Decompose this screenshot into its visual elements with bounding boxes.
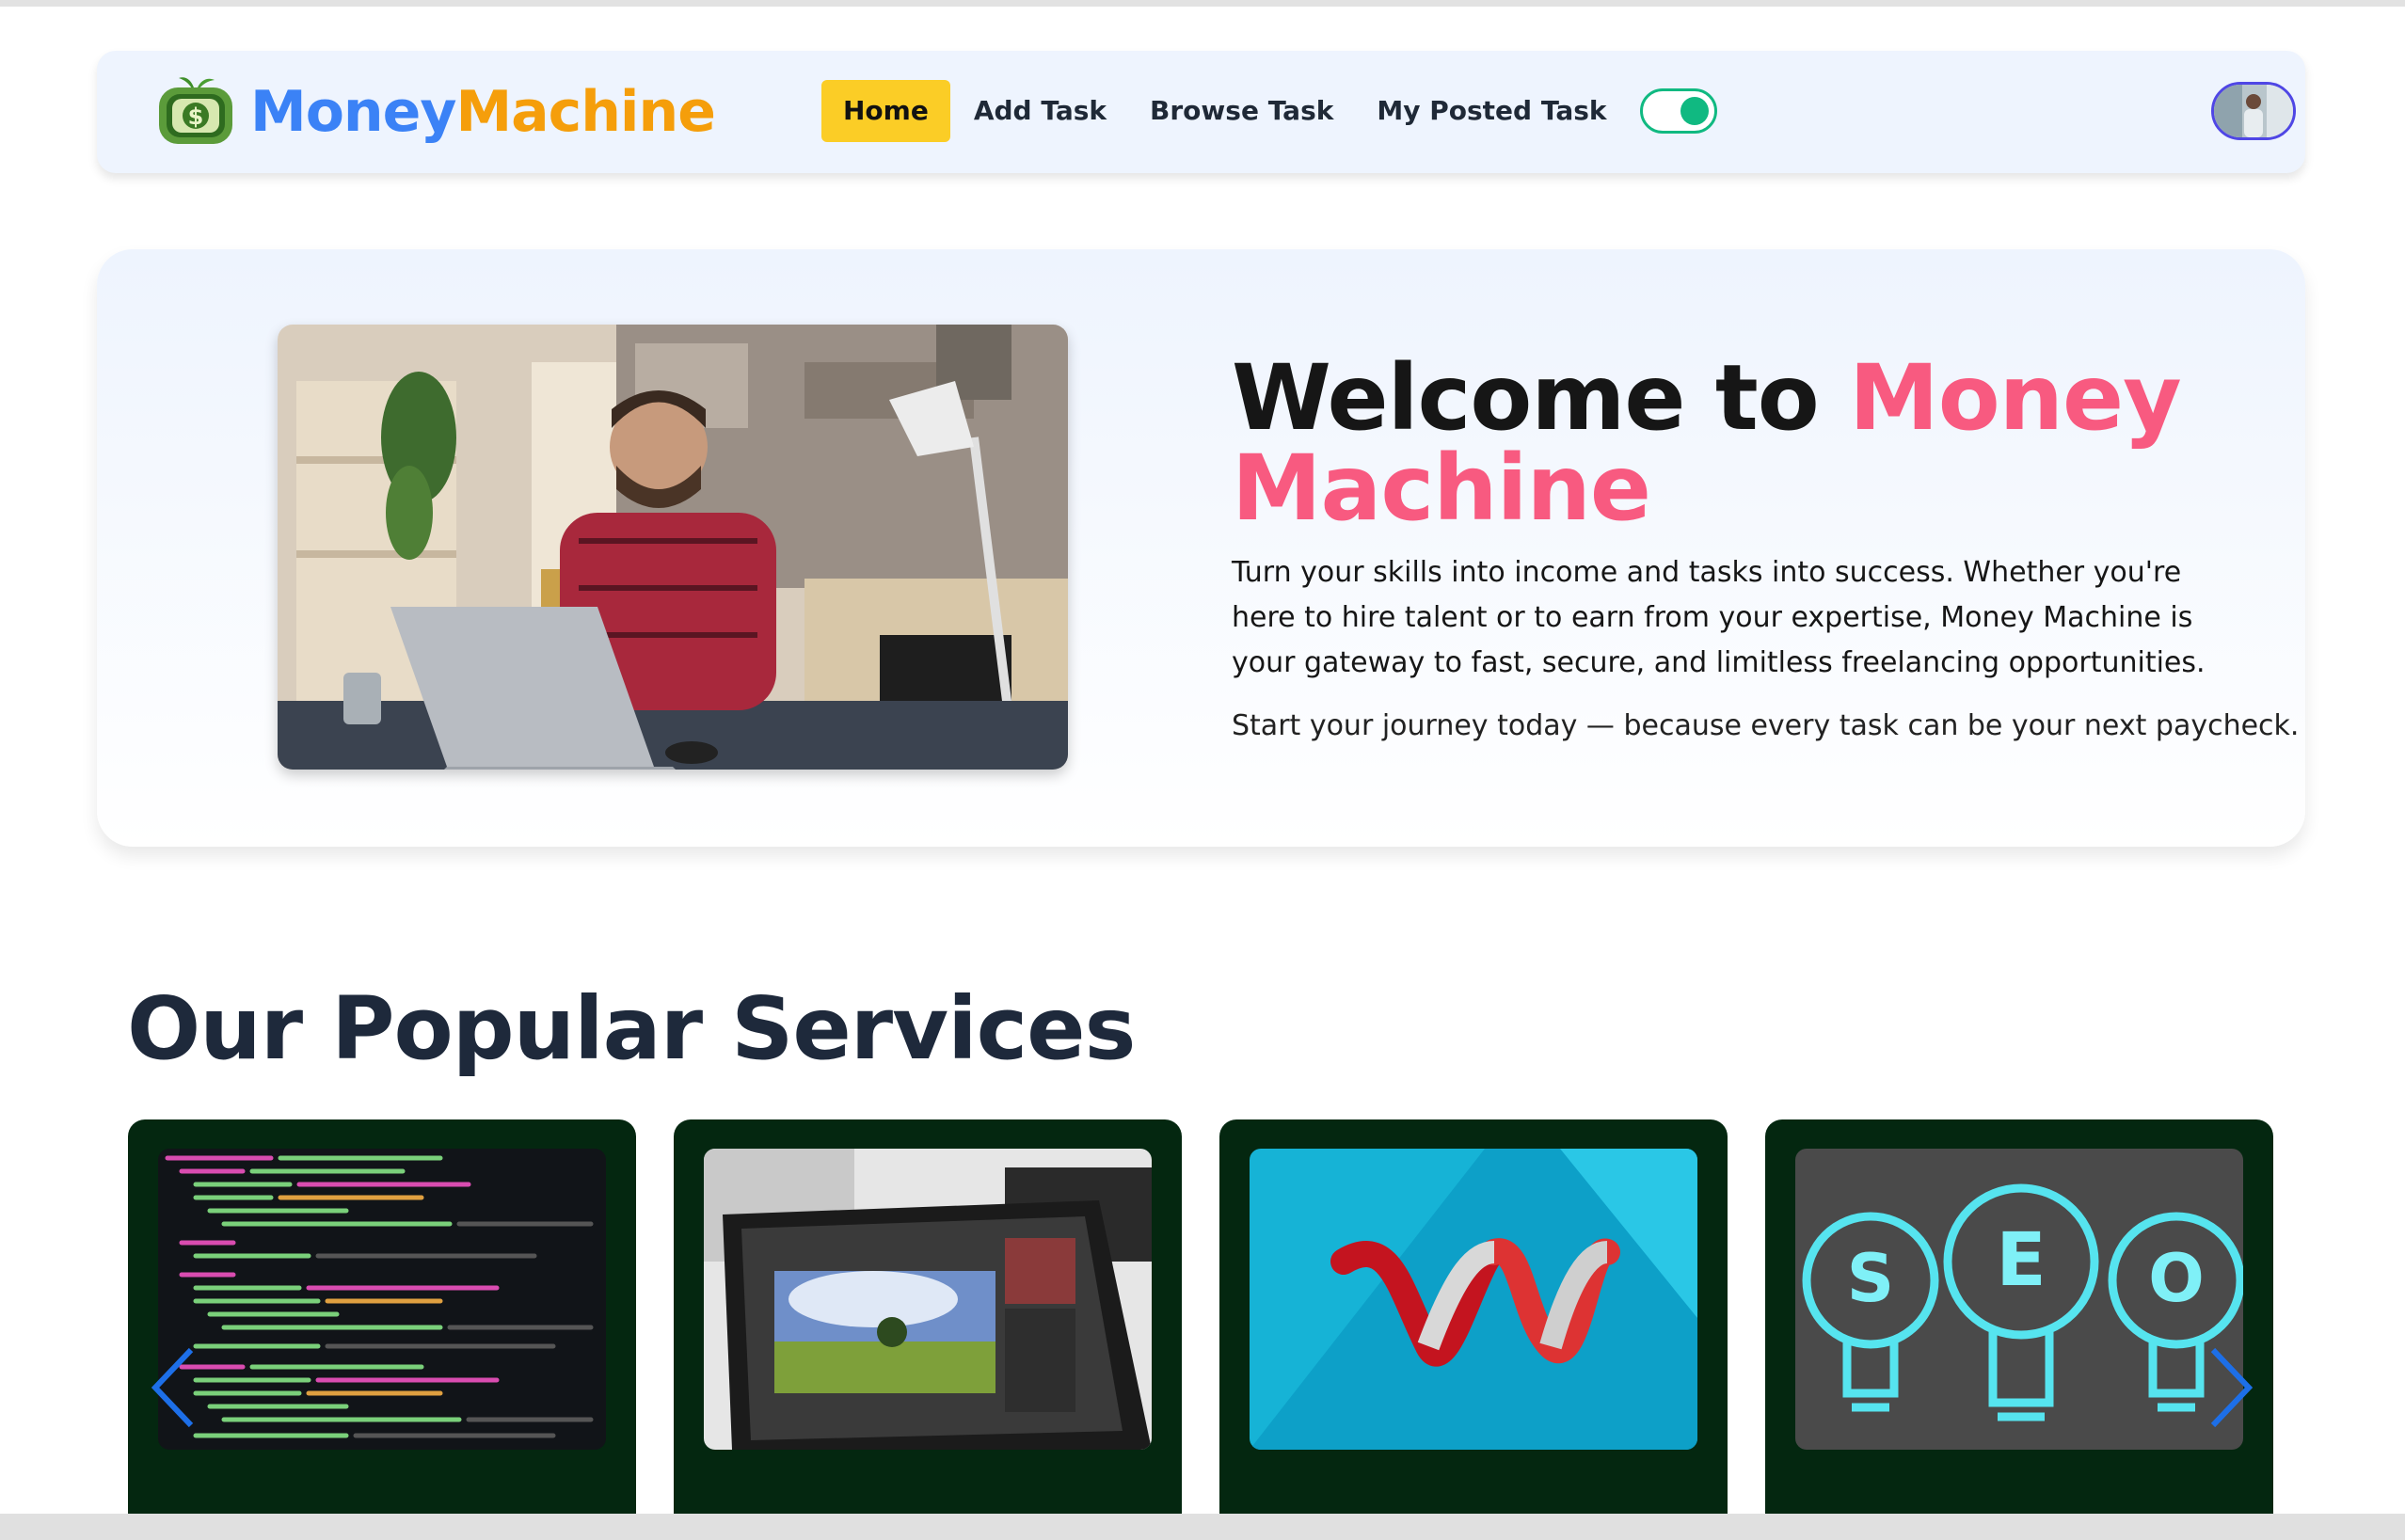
theme-toggle[interactable] [1639, 88, 1717, 134]
service-card[interactable] [674, 1119, 1182, 1533]
seo-lightbulbs-graphic: S E O [1795, 1149, 2243, 1450]
chevron-left-icon[interactable] [146, 1345, 202, 1430]
nav-browse-task[interactable]: Browse Task [1128, 80, 1355, 142]
hero-subtext: Start your journey today — because every… [1232, 709, 2300, 742]
toggle-knob [1680, 97, 1709, 125]
hero-section: Welcome to Money Machine Turn your skill… [97, 249, 2305, 847]
hero-description: Turn your skills into income and tasks i… [1232, 556, 2206, 679]
svg-text:E: E [1996, 1218, 2046, 1303]
logo[interactable]: $ MoneyMachine [156, 74, 716, 150]
svg-text:O: O [2148, 1240, 2205, 1317]
avatar-photo [2214, 85, 2293, 137]
brand-name-part2: Machine [455, 79, 715, 145]
main-nav: Home Add Task Browse Task My Posted Task [821, 80, 1717, 142]
money-tv-icon: $ [159, 77, 232, 144]
user-avatar[interactable] [2211, 82, 2296, 140]
nav-home[interactable]: Home [821, 80, 950, 142]
browser-bottom-edge [0, 1514, 2405, 1540]
hero-title: Welcome to Money Machine [1232, 353, 2220, 533]
code-editor-photo [158, 1149, 606, 1450]
man-working-laptop-photo [278, 325, 1068, 770]
ribbon-logo-graphic [1250, 1149, 1697, 1450]
services-title: Our Popular Services [127, 978, 1136, 1079]
chevron-right-icon[interactable] [2202, 1345, 2258, 1430]
navbar: $ MoneyMachine Home Add Task Browse Task… [97, 51, 2305, 173]
browser-top-edge [0, 0, 2405, 7]
nav-add-task[interactable]: Add Task [952, 80, 1128, 142]
brand-name: MoneyMachine [250, 84, 716, 140]
svg-text:$: $ [188, 103, 204, 130]
brand-name-part1: Money [250, 79, 456, 145]
photo-editing-laptop-photo [704, 1149, 1152, 1450]
svg-text:S: S [1847, 1240, 1894, 1317]
service-card[interactable] [128, 1119, 636, 1533]
service-card[interactable] [1219, 1119, 1728, 1533]
service-card[interactable]: S E O [1765, 1119, 2273, 1533]
nav-my-posted-task[interactable]: My Posted Task [1355, 80, 1628, 142]
